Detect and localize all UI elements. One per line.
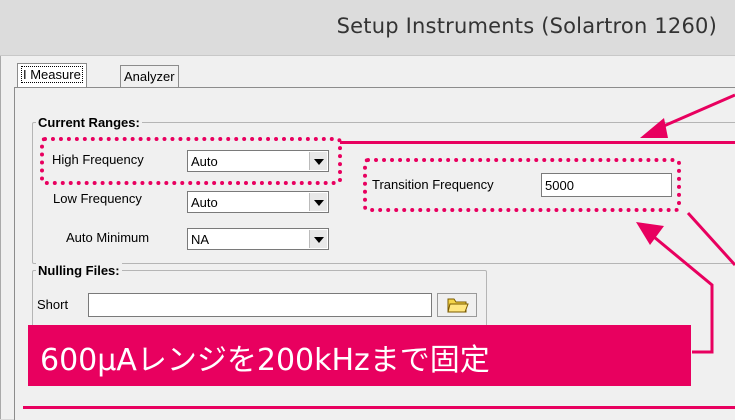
arrow-line-right [686, 211, 735, 267]
bottom-annotation-line [23, 406, 735, 409]
annotation-banner: 600μAレンジを200kHzまで固定 [28, 325, 691, 386]
annotation-text: 600μAレンジを200kHzまで固定 [40, 343, 490, 378]
arrowhead-top [640, 118, 668, 138]
